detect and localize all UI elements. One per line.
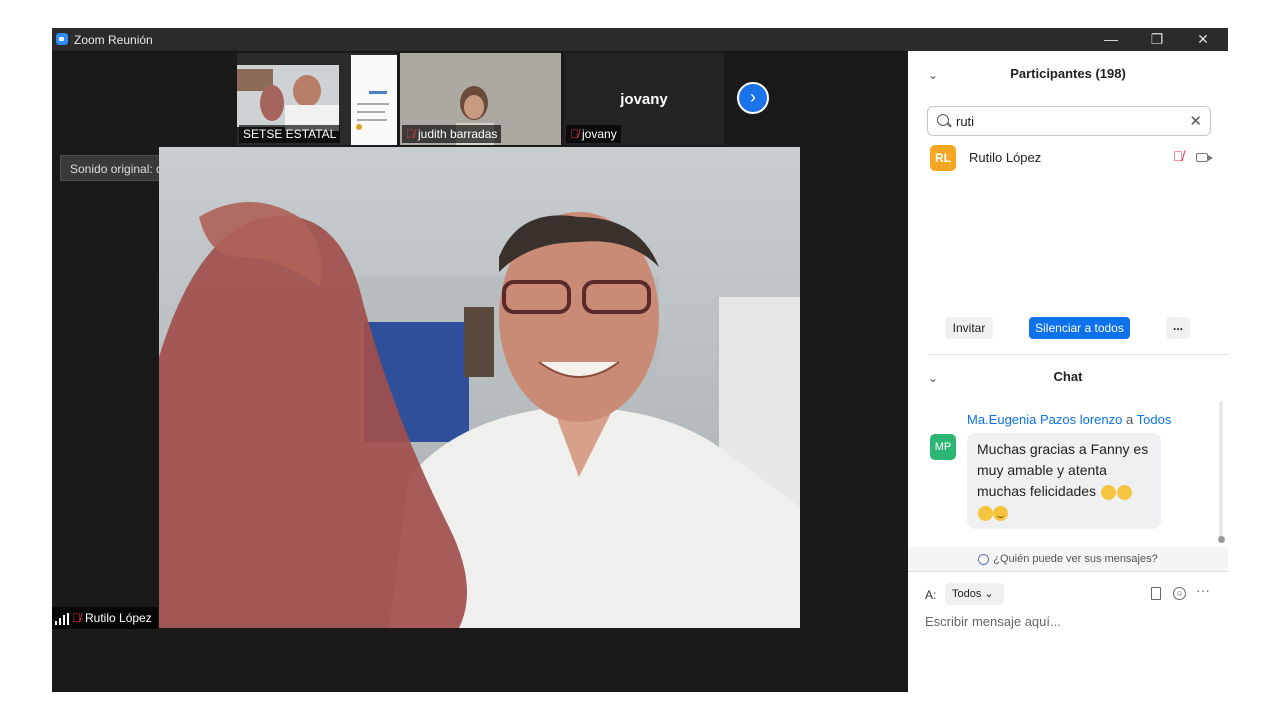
smile-emoji: [993, 505, 1008, 521]
speaker-name: Rutilo López: [85, 611, 152, 625]
who-can-see-text: ¿Quién puede ver sus mensajes?: [993, 553, 1158, 565]
message-to-word: a: [1126, 412, 1134, 427]
zoom-window: Zoom Reunión — ❐ ✕ SETSE ESTATAL 🎙̸ judi…: [52, 28, 1228, 692]
chat-message-input[interactable]: Escribir mensaje aquí...: [925, 614, 1061, 629]
speaker-video-frame: [159, 147, 800, 628]
search-input[interactable]: ruti: [956, 114, 974, 129]
chevron-down-icon: ⌄: [984, 588, 994, 600]
zoom-icon: [56, 33, 68, 45]
close-button[interactable]: ✕: [1180, 28, 1226, 51]
to-label: A:: [925, 588, 937, 602]
next-page-button[interactable]: ›: [737, 82, 769, 114]
participant-name: Rutilo López: [969, 150, 1042, 165]
more-options-button[interactable]: ...: [1166, 317, 1190, 339]
thumbnail-judith-barradas[interactable]: 🎙̸ judith barradas: [400, 53, 561, 145]
user-icon: [978, 553, 990, 565]
mic-muted-icon: 🎙̸: [570, 127, 579, 141]
message-sender[interactable]: Ma.Eugenia Pazos lorenzo: [967, 412, 1122, 427]
thumbnail-label: SETSE ESTATAL: [239, 125, 341, 143]
chat-scrollbar[interactable]: [1219, 401, 1223, 541]
video-icon[interactable]: [1196, 153, 1213, 162]
thumbnail-label: 🎙̸ judith barradas: [402, 125, 502, 143]
participants-title: Participantes (198): [1010, 66, 1126, 81]
window-title: Zoom Reunión: [74, 33, 153, 47]
participant-search-field[interactable]: ruti ✕: [927, 106, 1211, 136]
message-line: muy amable y atenta: [977, 462, 1107, 478]
chat-scroll-thumb[interactable]: [1218, 536, 1225, 543]
divider: [908, 571, 1228, 572]
thumbnail-strip: SETSE ESTATAL 🎙̸ judith barradas jovany 🎙…: [235, 53, 724, 145]
thumbnail-label: 🎙̸ jovany: [566, 125, 621, 143]
maximize-button[interactable]: ❐: [1134, 28, 1180, 51]
invite-button[interactable]: Invitar: [945, 317, 993, 339]
message-line: Muchas gracias a Fanny es: [977, 441, 1149, 457]
mic-muted-icon: 🎙̸: [406, 127, 415, 141]
clap-emoji: [978, 505, 993, 521]
divider: [928, 354, 1228, 355]
active-speaker-video: [159, 147, 800, 628]
signal-bars-icon: [55, 612, 69, 625]
participant-display-name: jovany: [620, 91, 668, 108]
mute-all-button[interactable]: Silenciar a todos: [1029, 317, 1130, 339]
message-recipient[interactable]: Todos: [1137, 412, 1172, 427]
message-line: [977, 502, 1151, 523]
avatar: MP: [930, 434, 956, 460]
clap-emoji: [1116, 484, 1132, 500]
emoji-icon[interactable]: ☺: [1173, 587, 1186, 600]
thumbnail-jovany[interactable]: jovany 🎙̸ jovany: [564, 53, 724, 145]
mic-muted-icon[interactable]: 🎙̸: [1173, 148, 1184, 164]
who-can-see-link[interactable]: ¿Quién puede ver sus mensajes?: [908, 547, 1228, 571]
file-icon[interactable]: [1151, 587, 1161, 600]
thumbnail-setse-estatal[interactable]: SETSE ESTATAL: [237, 53, 397, 145]
title-bar: Zoom Reunión — ❐ ✕: [52, 28, 1228, 51]
avatar: RL: [930, 145, 956, 171]
message-line: muchas felicidades: [977, 481, 1151, 502]
active-speaker-label: 🎙̸ Rutilo López: [52, 607, 158, 629]
clap-emoji: [1100, 484, 1116, 500]
recipient-dropdown[interactable]: Todos ⌄: [945, 583, 1004, 605]
chat-title: Chat: [1053, 369, 1083, 384]
chat-message: Muchas gracias a Fanny es muy amable y a…: [967, 433, 1161, 529]
mic-muted-icon: 🎙̸: [72, 611, 81, 625]
chat-more-button[interactable]: ···: [1196, 582, 1210, 598]
message-header: Ma.Eugenia Pazos lorenzo a Todos: [967, 412, 1171, 427]
side-panel: ⌄ Participantes (198) ruti ✕ RL Rutilo L…: [908, 51, 1228, 692]
clear-search-button[interactable]: ✕: [1189, 112, 1202, 130]
minimize-button[interactable]: —: [1088, 28, 1134, 51]
participant-row[interactable]: RL Rutilo López 🎙̸: [930, 145, 1220, 171]
search-icon: [937, 114, 949, 126]
video-area: SETSE ESTATAL 🎙̸ judith barradas jovany 🎙…: [52, 51, 908, 692]
